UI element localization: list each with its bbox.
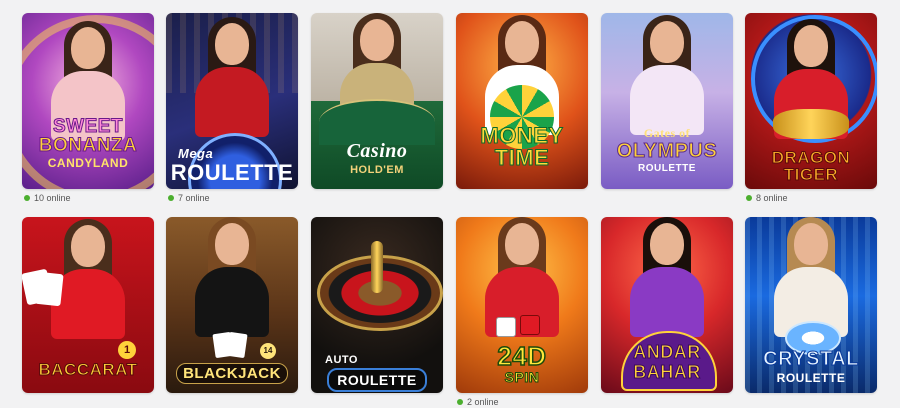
game-tile-crystal-roulette[interactable]: CRYSTAL ROULETTE (745, 217, 877, 393)
dice-decoration (520, 315, 540, 335)
online-status-dot-icon (746, 195, 752, 201)
game-tile-gates-of-olympus-roulette[interactable]: Gates of OLYMPUS ROULETTE (601, 13, 733, 189)
online-count: 2 online (457, 397, 499, 407)
game-logo: SWEET BONANZA CANDYLAND (38, 116, 138, 170)
game-logo: AUTO ROULETTE (311, 355, 443, 392)
online-status-dot-icon (168, 195, 174, 201)
game-logo: BLACKJACK (166, 363, 298, 384)
game-grid: SWEET BONANZA CANDYLAND 10 online Mega R… (0, 0, 900, 408)
badge-icon: 1 (118, 341, 136, 359)
badge-icon: 14 (260, 343, 276, 359)
game-logo: Casino HOLD'EM (346, 140, 408, 176)
online-status-dot-icon (457, 399, 463, 405)
online-status-dot-icon (24, 195, 30, 201)
playing-cards-decoration (226, 331, 248, 359)
dealer-image (192, 17, 272, 143)
dealer-image (625, 15, 709, 141)
game-tile-blackjack[interactable]: 14 BLACKJACK (166, 217, 298, 393)
online-count: 10 online (24, 193, 71, 203)
roulette-spindle-decoration (371, 241, 383, 293)
game-tile-mega-roulette[interactable]: Mega ROULETTE (166, 13, 298, 189)
game-tile-sweet-bonanza-candyland[interactable]: SWEET BONANZA CANDYLAND (22, 13, 154, 189)
online-count: 7 online (168, 193, 210, 203)
game-logo: Mega ROULETTE (170, 146, 294, 185)
game-logo: CRYSTAL ROULETTE (763, 348, 859, 385)
dealer-image (625, 217, 709, 343)
dice-decoration (496, 317, 516, 337)
game-tile-24d-spin[interactable]: 24D SPIN (456, 217, 588, 393)
card-table-decoration (319, 99, 435, 145)
game-logo: Gates of OLYMPUS ROULETTE (616, 126, 718, 174)
game-tile-dragon-tiger[interactable]: DRAGON TIGER (745, 13, 877, 189)
game-logo: DRAGON TIGER (771, 148, 851, 184)
game-logo: 24D SPIN (497, 341, 547, 385)
game-logo: MONEY TIME (480, 123, 564, 170)
golden-dragon-decoration (773, 109, 849, 139)
dealer-image (190, 217, 274, 343)
game-tile-andar-bahar[interactable]: ANDAR BAHAR (601, 217, 733, 393)
game-logo: BACCARAT (38, 360, 138, 379)
game-tile-money-time[interactable]: MONEY TIME (456, 13, 588, 189)
playing-cards-decoration (34, 271, 64, 307)
game-logo: ANDAR BAHAR (633, 342, 701, 382)
game-tile-baccarat[interactable]: 1 BACCARAT (22, 217, 154, 393)
game-tile-casino-holdem[interactable]: Casino HOLD'EM (311, 13, 443, 189)
online-count: 8 online (746, 193, 788, 203)
game-tile-auto-roulette[interactable]: AUTO ROULETTE (311, 217, 443, 393)
